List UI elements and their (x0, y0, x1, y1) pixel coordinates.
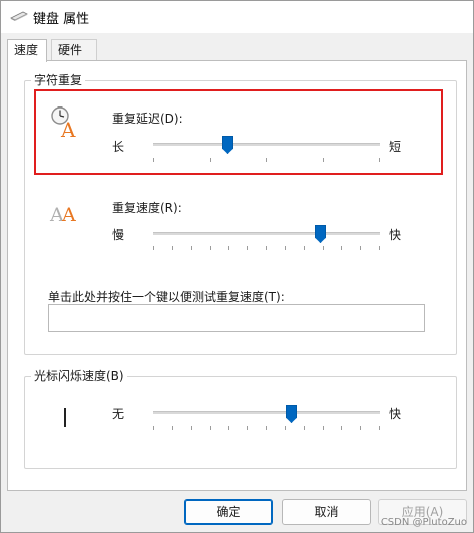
svg-text:A: A (60, 118, 76, 139)
repeat-delay-ticks (153, 158, 380, 162)
keyboard-properties-window: 键盘 属性 速度 硬件 字符重复 光标闪烁速度(B) A 重复延迟(D): 长 … (0, 0, 474, 533)
repeat-test-label: 单击此处并按住一个键以便测试重复速度(T): (48, 290, 285, 304)
repeat-delay-min-label: 长 (112, 140, 125, 154)
svg-text:A: A (61, 204, 76, 225)
character-repeat-legend: 字符重复 (31, 72, 86, 88)
slider-tick (304, 246, 305, 250)
cancel-button[interactable]: 取消 (282, 499, 371, 525)
slider-tick (210, 246, 211, 250)
slider-tick (360, 246, 361, 250)
slider-tick (266, 426, 267, 430)
window-title: 键盘 属性 (33, 12, 90, 27)
repeat-rate-max-label: 快 (389, 228, 402, 242)
tab-hardware[interactable]: 硬件 (51, 39, 97, 61)
slider-tick (247, 246, 248, 250)
repeat-delay-icon: A (51, 106, 76, 139)
cursor-blink-group: 光标闪烁速度(B) (24, 368, 457, 469)
slider-tick (210, 158, 211, 162)
title-bar[interactable]: 键盘 属性 (1, 1, 473, 33)
repeat-rate-ticks (153, 246, 380, 250)
cursor-blink-legend: 光标闪烁速度(B) (31, 368, 127, 384)
cursor-blink-track[interactable] (153, 411, 380, 414)
slider-tick (228, 426, 229, 430)
slider-tick (323, 246, 324, 250)
repeat-delay-label: 重复延迟(D): (112, 112, 183, 126)
repeat-rate-track[interactable] (153, 232, 380, 235)
cursor-blink-ticks (153, 426, 380, 430)
keyboard-icon (10, 11, 28, 21)
slider-tick (360, 426, 361, 430)
repeat-rate-icon: A A (49, 204, 76, 225)
slider-tick (323, 426, 324, 430)
repeat-delay-max-label: 短 (389, 140, 402, 154)
slider-tick (172, 246, 173, 250)
slider-tick (247, 426, 248, 430)
slider-tick (323, 158, 324, 162)
slider-tick (172, 426, 173, 430)
cursor-blink-sample (64, 408, 66, 427)
slider-tick (191, 426, 192, 430)
slider-tick (341, 426, 342, 430)
slider-tick (153, 246, 154, 250)
slider-tick (153, 426, 154, 430)
slider-tick (266, 158, 267, 162)
slider-tick (304, 426, 305, 430)
repeat-rate-label: 重复速度(R): (112, 201, 182, 215)
cursor-blink-min-label: 无 (112, 407, 125, 421)
slider-tick (379, 426, 380, 430)
cursor-blink-max-label: 快 (389, 407, 402, 421)
slider-tick (341, 246, 342, 250)
slider-tick (191, 246, 192, 250)
slider-tick (153, 158, 154, 162)
repeat-rate-min-label: 慢 (112, 228, 125, 242)
slider-tick (266, 246, 267, 250)
ok-button[interactable]: 确定 (184, 499, 273, 525)
slider-tick (379, 246, 380, 250)
tab-speed[interactable]: 速度 (7, 39, 47, 62)
watermark: CSDN @PlutoZuo (380, 517, 467, 528)
slider-tick (285, 426, 286, 430)
repeat-test-input[interactable] (48, 304, 425, 332)
slider-tick (379, 158, 380, 162)
slider-tick (210, 426, 211, 430)
repeat-delay-track[interactable] (153, 143, 380, 146)
slider-tick (285, 246, 286, 250)
slider-tick (228, 246, 229, 250)
